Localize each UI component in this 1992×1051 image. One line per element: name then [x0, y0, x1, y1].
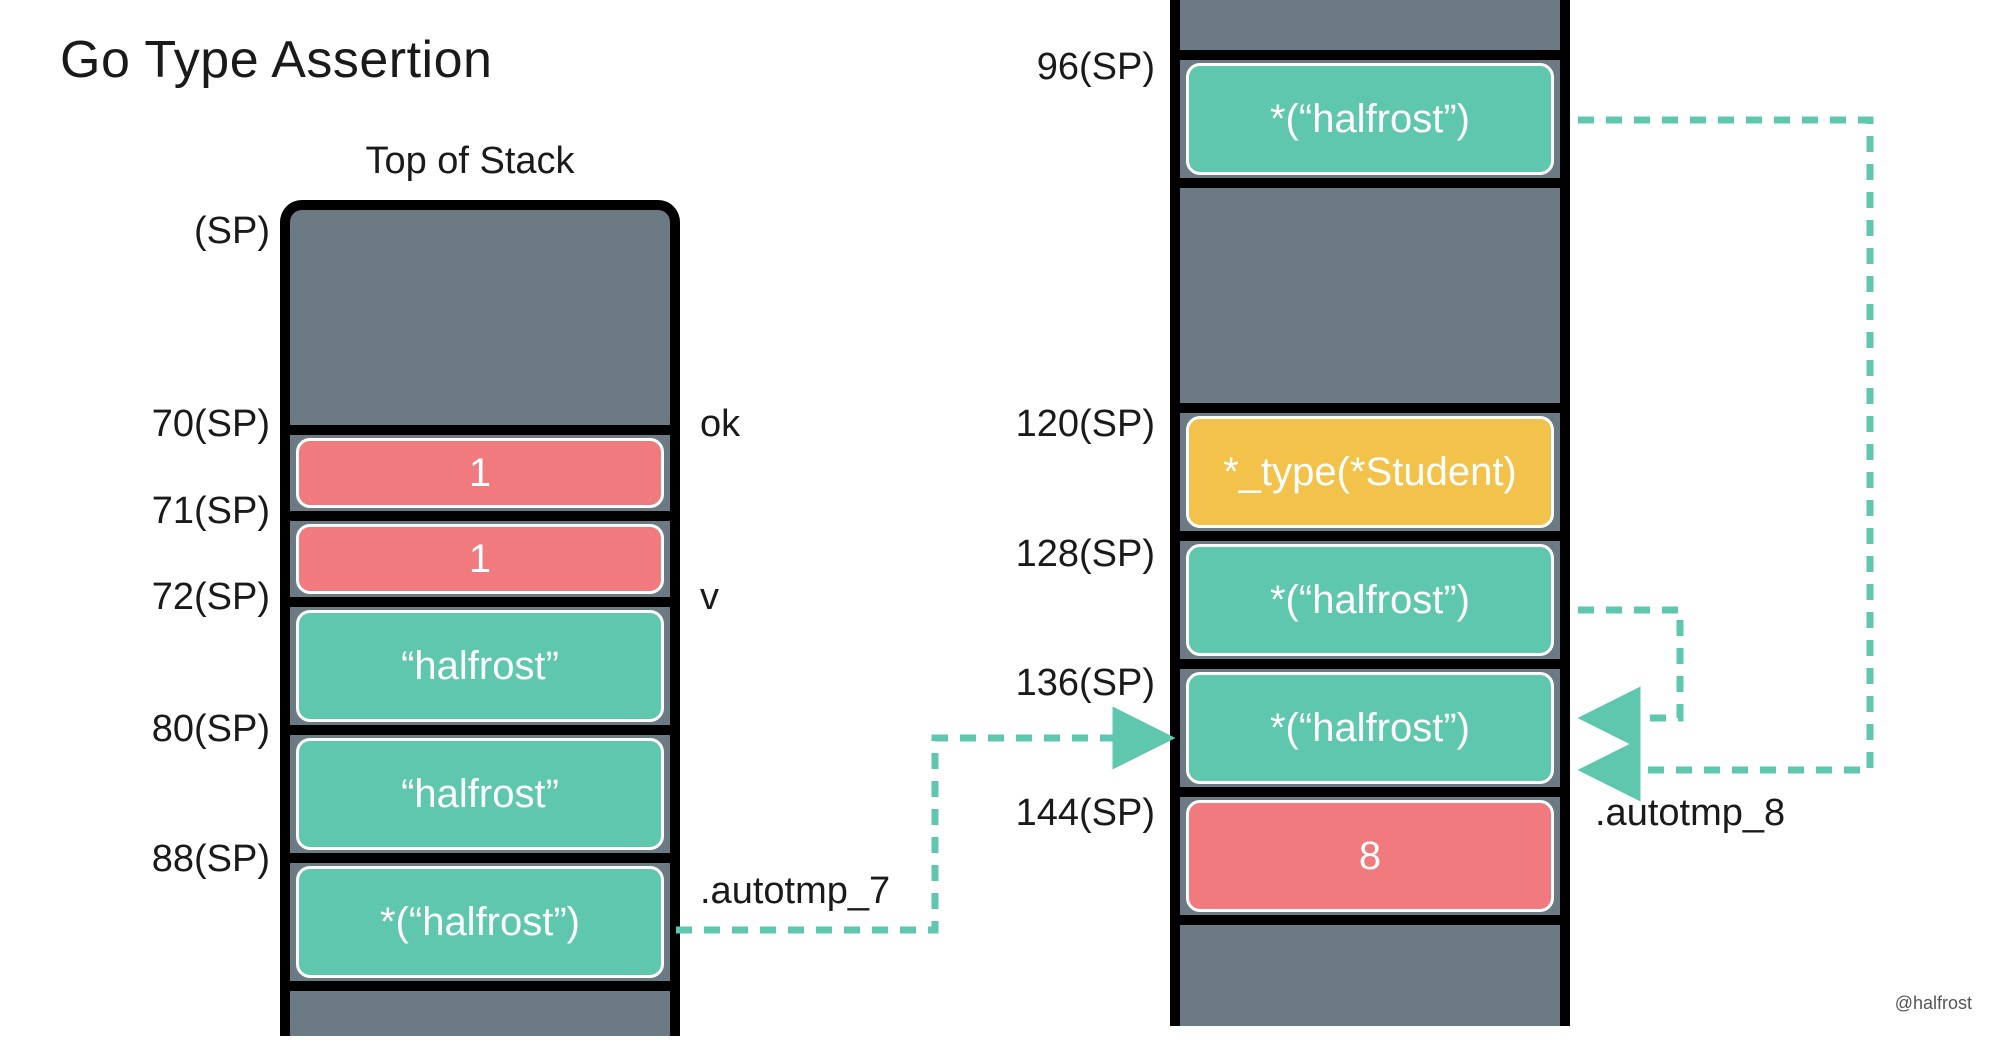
- left-stack: 1 1 “halfrost” “halfrost” *(“halfrost”): [280, 200, 680, 1036]
- offset-120sp: 120(SP): [980, 403, 1155, 446]
- table-row: 8: [1180, 800, 1560, 912]
- label-autotmp7: .autotmp_7: [700, 870, 890, 913]
- offset-70sp: 70(SP): [115, 403, 270, 446]
- right-stack: *(“halfrost”) *_type(*Student) *(“halfro…: [1170, 0, 1570, 1026]
- label-autotmp8: .autotmp_8: [1595, 792, 1785, 835]
- cell-96sp: *(“halfrost”): [1186, 63, 1554, 175]
- cell-128sp: *(“halfrost”): [1186, 544, 1554, 656]
- offset-72sp: 72(SP): [115, 576, 270, 619]
- credit: @halfrost: [1895, 993, 1972, 1014]
- offset-96sp: 96(SP): [990, 46, 1155, 89]
- table-row: 1: [290, 524, 670, 594]
- offset-144sp: 144(SP): [980, 792, 1155, 835]
- cell-88sp: *(“halfrost”): [296, 866, 664, 978]
- arrow-128-to-136: [1578, 610, 1680, 718]
- table-row: “halfrost”: [290, 738, 670, 850]
- table-row: 1: [290, 438, 670, 508]
- table-row: *(“halfrost”): [1180, 672, 1560, 784]
- cell-70sp: 1: [296, 438, 664, 508]
- offset-88sp: 88(SP): [115, 838, 270, 881]
- cell-136sp: *(“halfrost”): [1186, 672, 1554, 784]
- cell-71sp: 1: [296, 524, 664, 594]
- offset-80sp: 80(SP): [115, 708, 270, 751]
- cell-144sp: 8: [1186, 800, 1554, 912]
- cell-72sp: “halfrost”: [296, 610, 664, 722]
- offset-128sp: 128(SP): [980, 533, 1155, 576]
- offset-136sp: 136(SP): [980, 662, 1155, 705]
- table-row: *(“halfrost”): [1180, 544, 1560, 656]
- cell-120sp: *_type(*Student): [1186, 416, 1554, 528]
- table-row: *_type(*Student): [1180, 416, 1560, 528]
- table-row: *(“halfrost”): [290, 866, 670, 978]
- offset-71sp: 71(SP): [115, 490, 270, 533]
- diagram-title: Go Type Assertion: [60, 30, 492, 90]
- stack-top-label: Top of Stack: [300, 140, 640, 183]
- table-row: *(“halfrost”): [1180, 63, 1560, 175]
- arrow-96-to-136: [1578, 120, 1870, 770]
- offset-sp: (SP): [130, 210, 270, 253]
- label-v: v: [700, 576, 719, 619]
- label-ok: ok: [700, 403, 740, 446]
- cell-80sp: “halfrost”: [296, 738, 664, 850]
- table-row: “halfrost”: [290, 610, 670, 722]
- diagram-canvas: Go Type Assertion Top of Stack 1 1 “half…: [0, 0, 1992, 1026]
